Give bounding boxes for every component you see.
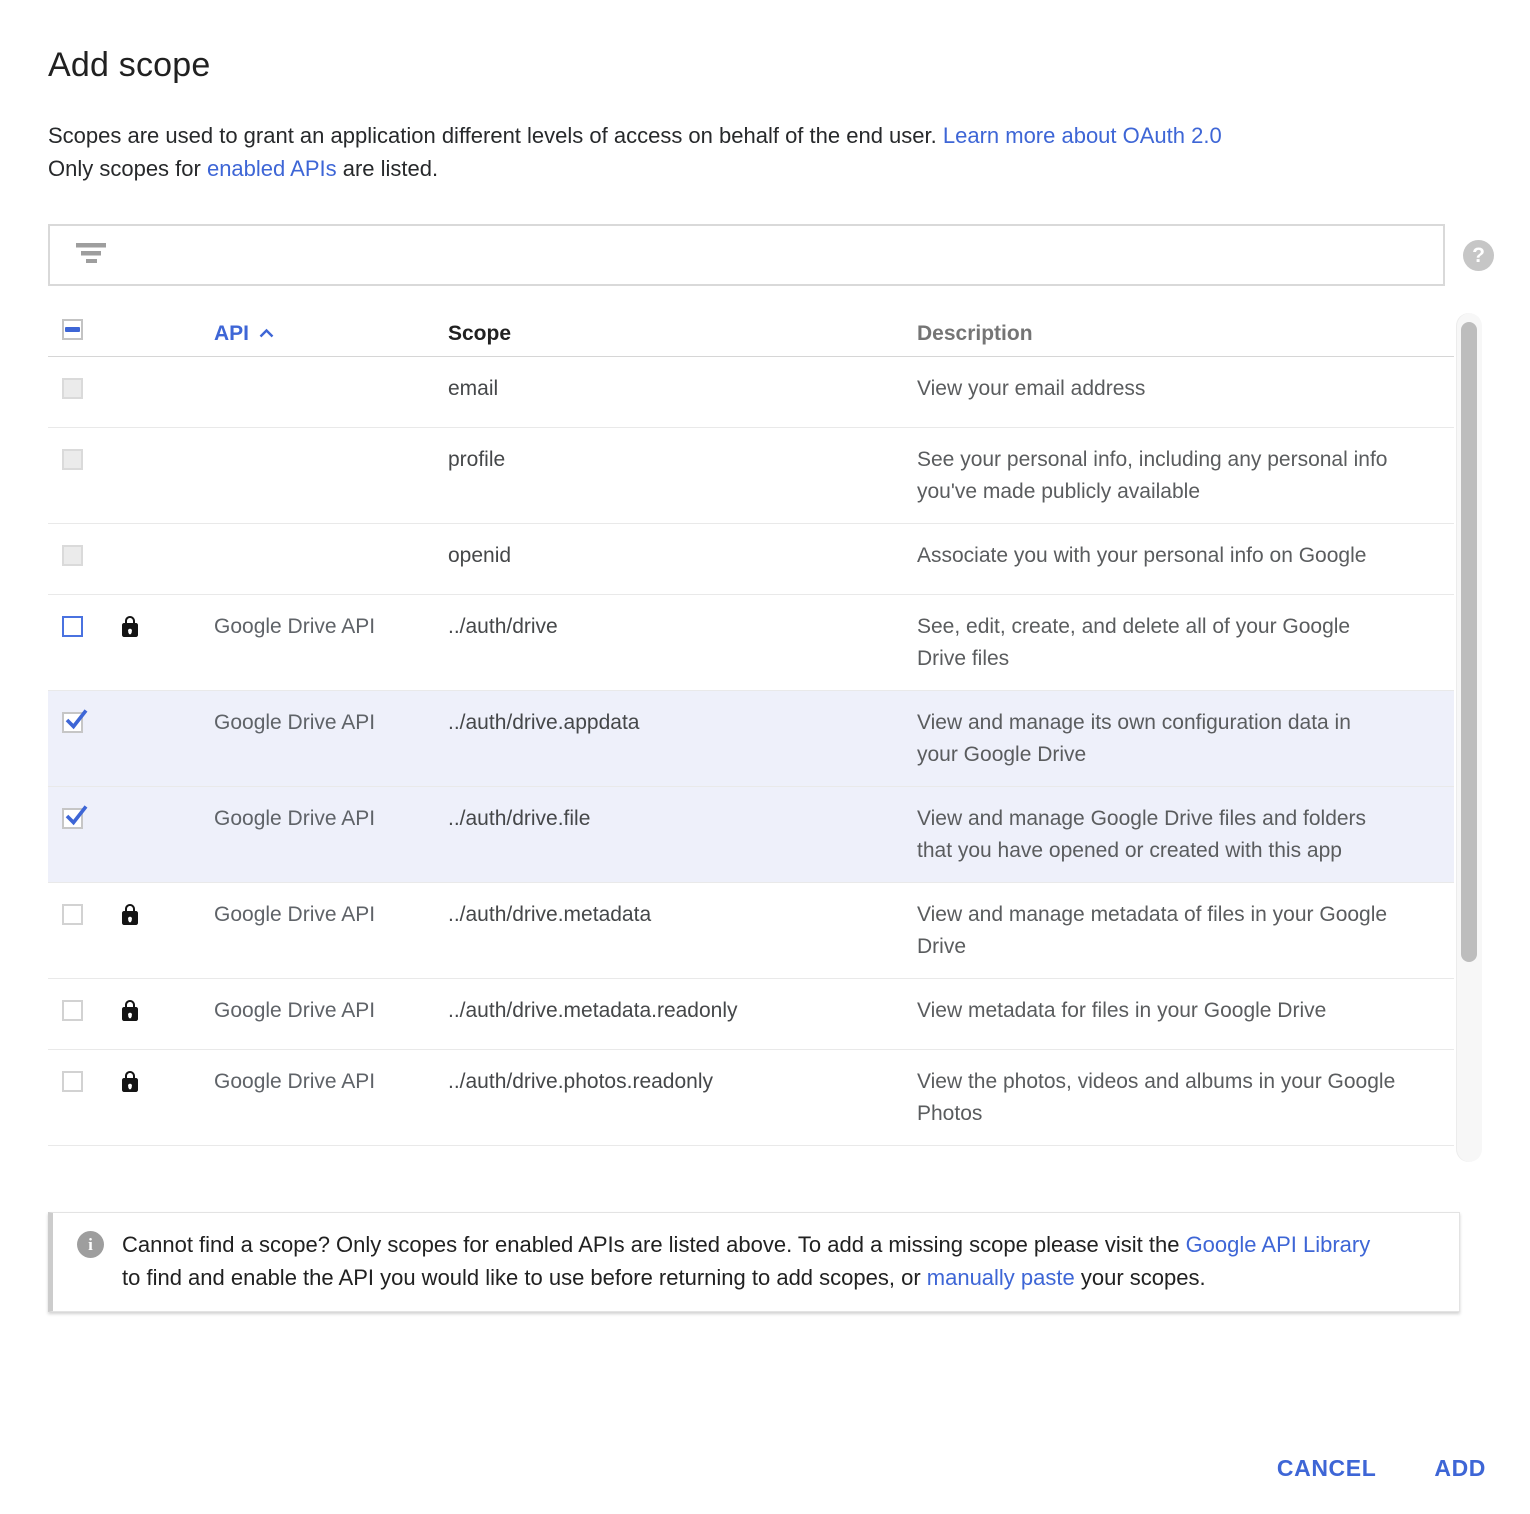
row-checkbox[interactable] <box>62 904 83 925</box>
checkmark-icon <box>62 802 90 840</box>
cell-description: Associate you with your personal info on… <box>917 540 1454 572</box>
lock-icon <box>118 614 142 650</box>
filter-box[interactable] <box>48 224 1445 286</box>
cell-description: View your email address <box>917 373 1454 405</box>
sort-ascending-icon <box>258 318 275 350</box>
row-checkbox[interactable] <box>62 1071 83 1092</box>
column-header-api[interactable]: API <box>214 318 448 350</box>
enabled-apis-link[interactable]: enabled APIs <box>207 156 337 181</box>
intro-text: Scopes are used to grant an application … <box>48 119 1448 185</box>
intro-line2-tail: are listed. <box>337 156 439 181</box>
cell-scope: ../auth/drive <box>448 611 917 643</box>
checkmark-icon <box>62 706 90 744</box>
cell-scope: ../auth/drive.appdata <box>448 707 917 739</box>
table-header-row: API Scope Description <box>48 311 1454 357</box>
info-note: i Cannot find a scope? Only scopes for e… <box>48 1212 1460 1312</box>
cell-description: View the photos, videos and albums in yo… <box>917 1066 1454 1130</box>
filter-icon <box>76 242 107 268</box>
filter-input[interactable] <box>127 235 1443 275</box>
row-checkbox <box>62 449 83 470</box>
scopes-table: API Scope Description <box>48 311 1482 1164</box>
row-checkbox <box>62 545 83 566</box>
cell-scope: email <box>448 373 917 405</box>
column-header-scope: Scope <box>448 318 917 350</box>
page-title: Add scope <box>48 46 1530 85</box>
cell-api: Google Drive API <box>214 899 448 931</box>
info-note-text: Cannot find a scope? Only scopes for ena… <box>122 1228 1370 1294</box>
column-header-description: Description <box>917 318 1454 350</box>
note-part1: Cannot find a scope? Only scopes for ena… <box>122 1232 1186 1257</box>
table-row: Google Drive API ../auth/drive.photos.re… <box>48 1050 1454 1146</box>
cell-scope: ../auth/drive.metadata.readonly <box>448 995 917 1027</box>
cell-description: View and manage its own configuration da… <box>917 707 1454 771</box>
filter-row: ? <box>48 224 1494 286</box>
lock-icon <box>118 1069 142 1105</box>
row-checkbox[interactable] <box>62 616 83 637</box>
intro-line1: Scopes are used to grant an application … <box>48 123 943 148</box>
cell-api: Google Drive API <box>214 1066 448 1098</box>
dialog-actions: CANCEL ADD <box>1273 1449 1490 1488</box>
cell-api: Google Drive API <box>214 611 448 643</box>
add-button[interactable]: ADD <box>1430 1449 1490 1488</box>
cell-description: See your personal info, including any pe… <box>917 444 1454 508</box>
table-row: Google Drive API ../auth/drive See, edit… <box>48 595 1454 691</box>
row-checkbox[interactable] <box>62 712 83 733</box>
row-checkbox <box>62 378 83 399</box>
cell-scope: ../auth/drive.file <box>448 803 917 835</box>
lock-icon <box>118 998 142 1034</box>
table-row: profile See your personal info, includin… <box>48 428 1454 524</box>
row-checkbox[interactable] <box>62 1000 83 1021</box>
table-row: email View your email address <box>48 357 1454 428</box>
select-all-checkbox[interactable] <box>62 319 83 340</box>
table-row: Google Drive API ../auth/drive.metadata … <box>48 883 1454 979</box>
table-scrollbar-track[interactable] <box>1456 313 1482 1162</box>
table-body: email View your email address pr <box>48 357 1454 1146</box>
cell-description: View and manage Google Drive files and f… <box>917 803 1454 867</box>
cancel-button[interactable]: CANCEL <box>1273 1449 1380 1488</box>
cell-api: Google Drive API <box>214 803 448 835</box>
cell-api: Google Drive API <box>214 707 448 739</box>
cell-scope: ../auth/drive.metadata <box>448 899 917 931</box>
table-row: Google Drive API ../auth/drive.metadata.… <box>48 979 1454 1050</box>
cell-description: View metadata for files in your Google D… <box>917 995 1454 1027</box>
table-row: Google Drive API ../auth/drive.file View… <box>48 787 1454 883</box>
info-icon: i <box>77 1231 104 1258</box>
intro-line2: Only scopes for <box>48 156 207 181</box>
cell-description: See, edit, create, and delete all of you… <box>917 611 1454 675</box>
table-row: openid Associate you with your personal … <box>48 524 1454 595</box>
note-part2: to find and enable the API you would lik… <box>122 1265 927 1290</box>
cell-api: Google Drive API <box>214 995 448 1027</box>
cell-scope: profile <box>448 444 917 476</box>
oauth-learn-more-link[interactable]: Learn more about OAuth 2.0 <box>943 123 1222 148</box>
lock-icon <box>118 902 142 938</box>
cell-description: View and manage metadata of files in you… <box>917 899 1454 963</box>
cell-scope: openid <box>448 540 917 572</box>
cell-scope: ../auth/drive.photos.readonly <box>448 1066 917 1098</box>
help-icon[interactable]: ? <box>1463 240 1494 271</box>
table-row: Google Drive API ../auth/drive.appdata V… <box>48 691 1454 787</box>
manually-paste-link[interactable]: manually paste <box>927 1265 1075 1290</box>
note-part3: your scopes. <box>1075 1265 1206 1290</box>
row-checkbox[interactable] <box>62 808 83 829</box>
table-scrollbar-thumb[interactable] <box>1461 322 1477 962</box>
google-api-library-link[interactable]: Google API Library <box>1186 1232 1371 1257</box>
